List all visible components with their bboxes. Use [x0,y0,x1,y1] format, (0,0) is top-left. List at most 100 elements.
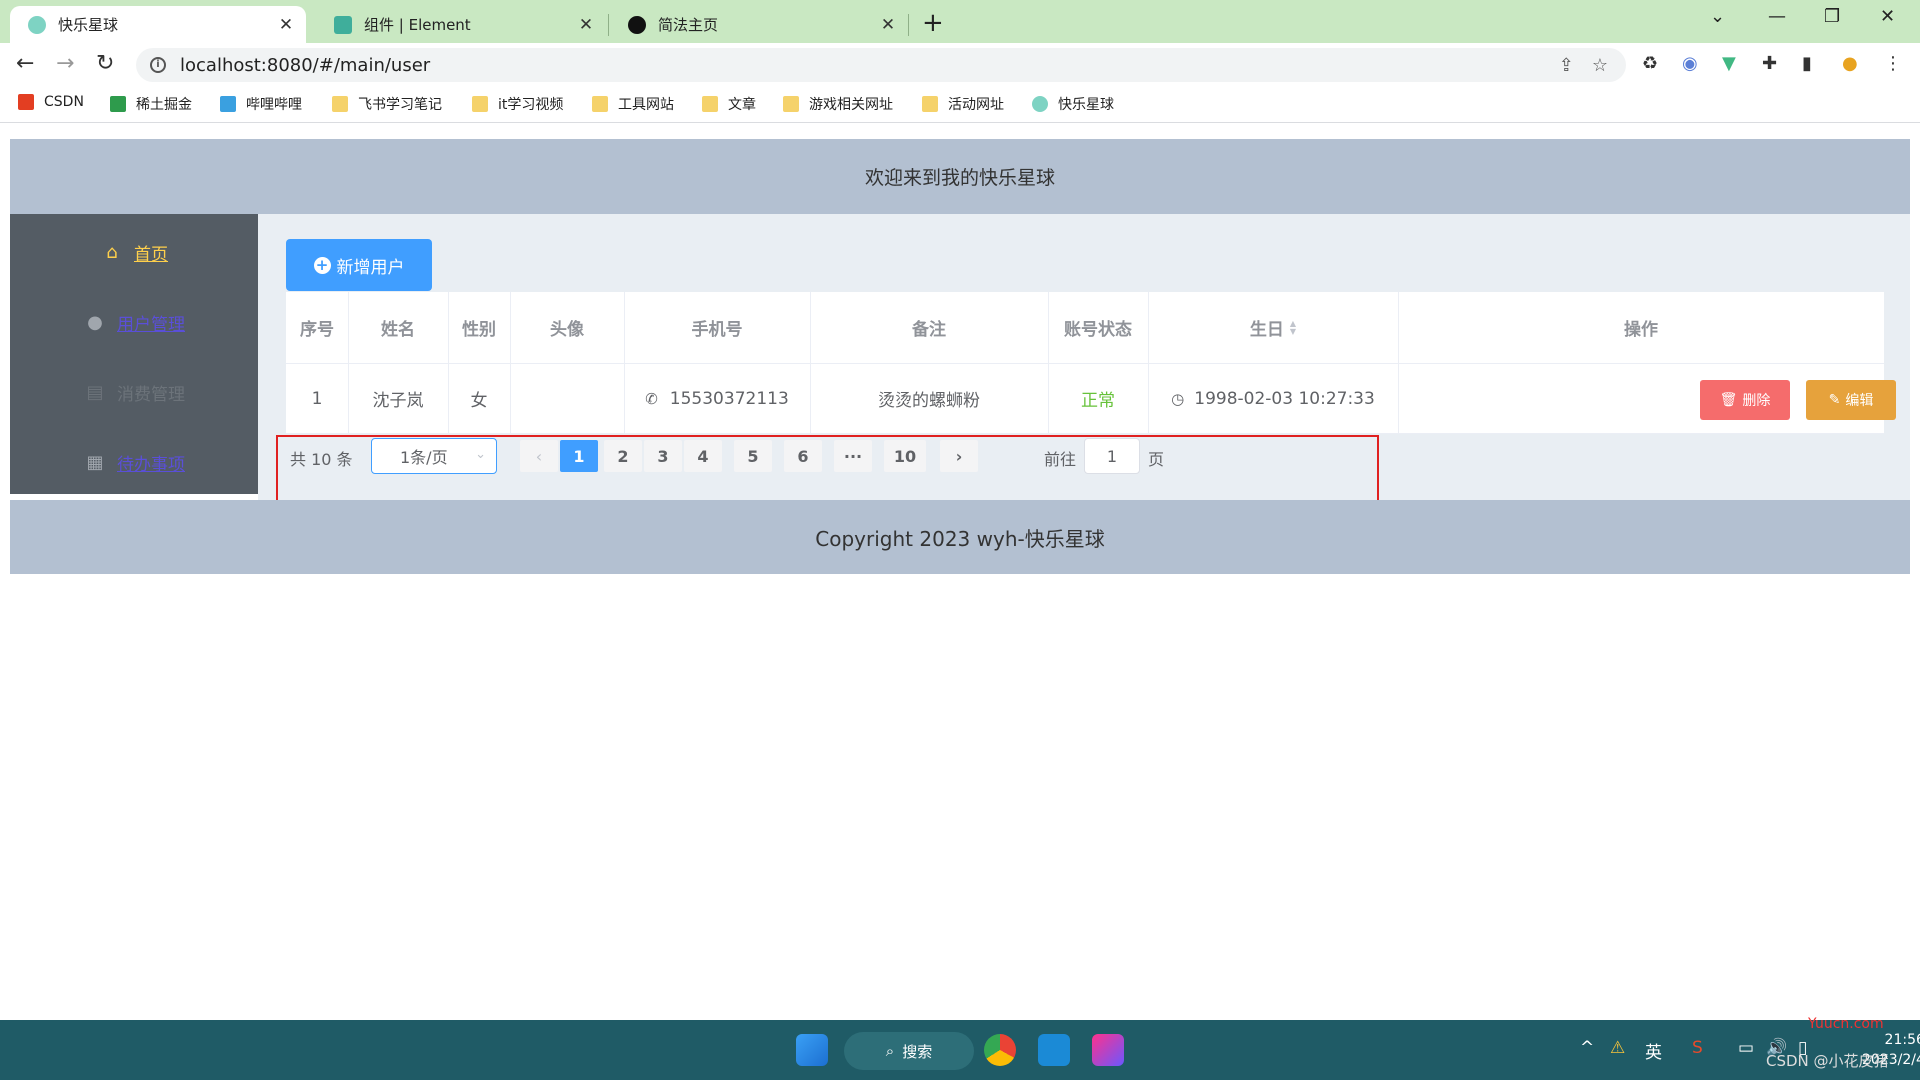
column-header-label: 生日 [1249,320,1284,340]
delete-label: 删除 [1742,393,1771,409]
planet-icon [28,15,46,34]
column-header-note: 备注 [810,292,1048,364]
sidebar-item-todo[interactable]: ▦ 待办事项 [10,434,258,490]
vue-devtools-icon[interactable]: ▼ [1722,53,1736,74]
chrome-icon[interactable] [984,1034,1016,1066]
column-header-birthday[interactable]: 生日 ▲ ▼ [1148,292,1398,364]
add-user-button[interactable]: + 新增用户 [286,239,432,291]
column-header-phone: 手机号 [624,292,810,364]
sidebar-item-users[interactable]: ● 用户管理 [10,294,258,350]
footer-copyright: Copyright 2023 wyh-快乐星球 [815,526,1105,551]
bookmark-bilibili[interactable]: 哔哩哔哩 [220,94,302,114]
delete-button[interactable]: 🗑 删除 [1700,380,1790,420]
address-bar[interactable]: i localhost:8080/#/main/user ⇪ ☆ [136,48,1626,82]
search-icon: ⌕ [885,1042,895,1060]
edit-label: 编辑 [1845,393,1874,409]
edit-button[interactable]: ✎ 编辑 [1806,380,1896,420]
cell-gender: 女 [448,364,510,434]
tab-element[interactable]: 组件 | Element ✕ [316,6,606,43]
sidebar-item-label[interactable]: 用户管理 [117,310,185,335]
bookmark-label: 文章 [728,97,756,113]
folder-icon [592,96,608,112]
extensions-puzzle-icon[interactable]: ✚ [1762,53,1777,74]
vscode-icon[interactable] [1038,1034,1070,1066]
minimize-icon[interactable]: — [1768,6,1786,27]
pencil-icon: ✎ [1828,392,1841,408]
bookmark-label: 哔哩哔哩 [246,97,302,113]
ime-indicator[interactable]: 英 [1645,1038,1662,1063]
taskbar: ⌕ 搜索 ^ ⚠ 英 S ▭ 🔊 ▯ 21:56 2023/2/4 [0,1020,1920,1080]
sidebar-item-consumption[interactable]: ▤ 消费管理 [10,364,258,420]
bookmark-folder-tools[interactable]: 工具网站 [592,94,674,114]
cell-index: 1 [286,364,348,434]
network-icon[interactable]: ▭ [1738,1038,1754,1058]
side-panel-icon[interactable]: ▮ [1802,53,1812,74]
close-icon[interactable]: ✕ [276,15,296,35]
add-user-label: 新增用户 [336,257,405,278]
url-text[interactable]: localhost:8080/#/main/user [180,55,1559,76]
intellij-idea-icon[interactable] [1092,1034,1124,1066]
bookmark-folder-events[interactable]: 活动网址 [922,94,1004,114]
security-warning-icon[interactable]: ⚠ [1610,1038,1625,1058]
clock-icon: ◷ [1171,389,1185,408]
bookmark-happy-planet[interactable]: 快乐星球 [1032,94,1114,114]
sort-caret-icon[interactable]: ▲ ▼ [1290,319,1296,336]
planet-icon [1032,96,1048,112]
bookmark-folder-it-videos[interactable]: it学习视频 [472,94,563,114]
column-header-name: 姓名 [348,292,448,364]
restore-icon[interactable]: ❐ [1824,6,1840,27]
sogou-ime-icon[interactable]: S [1692,1038,1703,1058]
share-icon[interactable]: ⇪ [1559,55,1574,76]
chevron-up-icon[interactable]: ^ [1580,1038,1594,1058]
cell-birthday: ◷ 1998-02-03 10:27:33 [1148,364,1398,434]
annotation-highlight-box [276,435,1379,510]
tab-jianfa[interactable]: 简法主页 ✕ [610,6,908,43]
sidebar-item-label: 消费管理 [117,384,185,405]
bookmark-folder-feishu[interactable]: 飞书学习笔记 [332,94,442,114]
forward-icon[interactable]: → [56,51,74,76]
folder-icon [922,96,938,112]
sidebar: ⌂ 首页 ● 用户管理 ▤ 消费管理 ▦ 待办事项 [10,214,258,494]
tab-divider [908,14,909,36]
juejin-logo-icon [110,96,126,112]
new-tab-icon[interactable]: + [922,8,944,38]
windows-start-icon[interactable] [796,1034,828,1066]
jianfa-logo-icon [628,15,646,34]
bookmark-label: 稀土掘金 [136,97,192,113]
bookmark-juejin[interactable]: 稀土掘金 [110,94,192,114]
column-header-index: 序号 [286,292,348,364]
bookmark-folder-articles[interactable]: 文章 [702,94,756,114]
tab-happy-planet[interactable]: 快乐星球 ✕ [10,6,306,43]
sidebar-item-label[interactable]: 待办事项 [117,450,185,475]
site-info-icon[interactable]: i [150,57,166,73]
profile-avatar-icon[interactable]: ● [1842,53,1858,74]
window-close-icon[interactable]: ✕ [1880,6,1895,27]
reload-icon[interactable]: ↻ [96,51,114,76]
taskbar-search[interactable]: ⌕ 搜索 [844,1032,974,1070]
extension-recycle-icon[interactable]: ♻ [1642,53,1658,74]
close-icon[interactable]: ✕ [878,15,898,35]
bookmark-csdn[interactable]: CSDN [18,94,84,110]
app-footer: Copyright 2023 wyh-快乐星球 [10,500,1910,574]
folder-icon [702,96,718,112]
bookmark-folder-games[interactable]: 游戏相关网址 [783,94,893,114]
bookmark-star-icon[interactable]: ☆ [1592,55,1608,76]
taskbar-search-label: 搜索 [902,1042,933,1061]
circle-plus-icon: + [313,256,331,274]
sidebar-item-home[interactable]: ⌂ 首页 [10,224,258,280]
back-icon[interactable]: ← [16,51,34,76]
column-header-avatar: 头像 [510,292,624,364]
column-header-actions: 操作 [1398,292,1884,364]
trash-icon: 🗑 [1719,392,1738,408]
sidebar-item-label[interactable]: 首页 [134,240,168,265]
cell-note: 烫烫的螺蛳粉 [810,364,1048,434]
bookmark-label: 活动网址 [948,97,1004,113]
close-icon[interactable]: ✕ [576,15,596,35]
tab-title: 简法主页 [658,16,719,34]
user-icon: ● [87,311,103,333]
extension-eye-icon[interactable]: ◉ [1682,53,1698,74]
browser-menu-icon[interactable]: ⋮ [1884,53,1902,74]
tab-search-chevron-icon[interactable]: ⌄ [1710,6,1725,27]
bookmark-label: 飞书学习笔记 [358,97,442,113]
bookmark-label: 游戏相关网址 [809,97,893,113]
